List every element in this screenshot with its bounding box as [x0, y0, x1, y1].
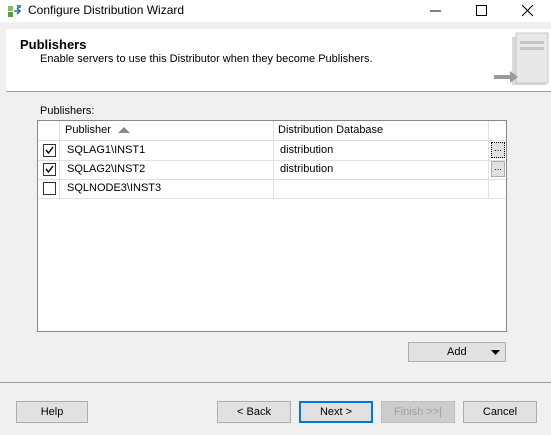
- title-bar: Configure Distribution Wizard: [0, 0, 551, 22]
- page-title: Publishers: [20, 37, 87, 52]
- checkmark-icon: [45, 165, 54, 174]
- maximize-button[interactable]: [459, 0, 505, 22]
- publisher-cell: SQLAG1\INST1: [60, 141, 274, 160]
- check-cell: [38, 179, 60, 198]
- close-button[interactable]: [505, 0, 551, 22]
- check-cell: [38, 141, 60, 160]
- table-row[interactable]: SQLAG2\INST2 distribution ...: [38, 160, 506, 180]
- help-button[interactable]: Help: [16, 401, 88, 423]
- distribution-database-cell[interactable]: distribution: [274, 141, 489, 160]
- wizard-header: Publishers Enable servers to use this Di…: [6, 29, 551, 92]
- distribution-database-cell[interactable]: [274, 179, 489, 198]
- check-cell: [38, 160, 60, 179]
- distribution-database-cell[interactable]: distribution: [274, 160, 489, 179]
- browse-database-button[interactable]: ...: [491, 161, 505, 177]
- publisher-cell: SQLAG2\INST2: [60, 160, 274, 179]
- browse-database-button[interactable]: ...: [491, 142, 505, 158]
- publishers-grid[interactable]: Publisher Distribution Database SQLAG1\I…: [37, 120, 507, 332]
- next-button[interactable]: Next >: [299, 401, 373, 423]
- checkmark-icon: [45, 146, 54, 155]
- table-row[interactable]: SQLAG1\INST1 distribution ...: [38, 141, 506, 161]
- wizard-icon: [7, 3, 23, 19]
- grid-header: Publisher Distribution Database: [38, 121, 506, 141]
- minimize-button[interactable]: [413, 0, 459, 22]
- table-row[interactable]: SQLNODE3\INST3: [38, 179, 506, 199]
- publisher-checkbox[interactable]: [43, 182, 56, 195]
- cancel-button[interactable]: Cancel: [463, 401, 537, 423]
- page-subtitle: Enable servers to use this Distributor w…: [40, 53, 373, 65]
- maximize-icon: [476, 5, 487, 16]
- add-button[interactable]: Add: [408, 342, 506, 362]
- column-header-publisher[interactable]: Publisher: [60, 121, 274, 140]
- back-button[interactable]: < Back: [217, 401, 291, 423]
- add-button-label: Add: [447, 346, 467, 358]
- dropdown-arrow-icon[interactable]: [491, 350, 500, 355]
- minimize-icon: [430, 10, 441, 12]
- close-icon: [522, 5, 534, 17]
- server-graphic-icon: [488, 31, 550, 89]
- column-header-distribution-database[interactable]: Distribution Database: [274, 121, 489, 140]
- column-header-check[interactable]: [38, 121, 60, 140]
- publisher-checkbox[interactable]: [43, 163, 56, 176]
- column-header-publisher-label: Publisher: [65, 124, 111, 136]
- footer-separator: [0, 382, 551, 383]
- publisher-checkbox[interactable]: [43, 144, 56, 157]
- publisher-cell: SQLNODE3\INST3: [60, 179, 274, 198]
- window-title: Configure Distribution Wizard: [28, 3, 185, 17]
- publishers-label: Publishers:: [40, 105, 95, 117]
- sort-ascending-icon: [118, 127, 130, 133]
- finish-button[interactable]: Finish >>|: [381, 401, 455, 423]
